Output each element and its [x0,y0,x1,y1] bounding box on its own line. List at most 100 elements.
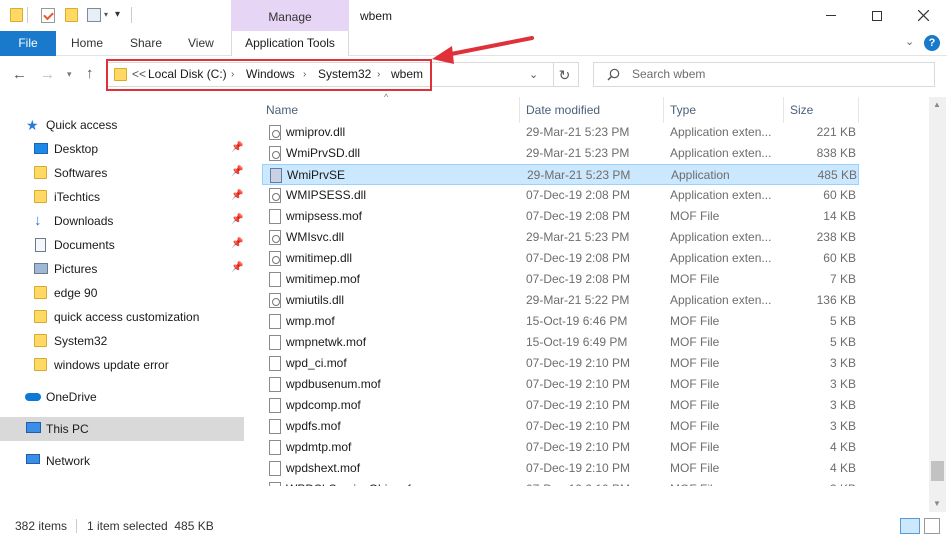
file-type: MOF File [670,398,720,412]
file-size: 238 KB [816,230,856,244]
file-size: 838 KB [816,146,856,160]
column-divider[interactable] [783,97,784,123]
help-icon[interactable]: ? [924,35,940,51]
file-name: WmiPrvSE [287,168,345,182]
file-icon [269,482,281,486]
close-button[interactable] [900,0,946,31]
file-name: WMIPSESS.dll [286,188,367,202]
file-row[interactable]: wmpnetwk.mof 15-Oct-19 6:49 PM MOF File 5 K… [262,332,859,353]
expand-ribbon-icon[interactable]: ⌄ [905,35,914,48]
file-size: 3 KB [829,356,856,370]
up-button[interactable]: ↑ [86,65,94,82]
dll-file-icon [269,293,281,308]
file-type: MOF File [670,356,720,370]
file-row[interactable]: wpdmtp.mof 07-Dec-19 2:10 PM MOF File 4 KB [262,437,859,458]
file-row[interactable]: wmp.mof 15-Oct-19 6:46 PM MOF File 5 KB [262,311,859,332]
chevron-down-icon: ⌄ [529,69,539,81]
divider [131,7,132,23]
file-row[interactable]: wpd_ci.mof 07-Dec-19 2:10 PM MOF File 3 KB [262,353,859,374]
minimize-button[interactable] [808,0,854,31]
file-row[interactable]: wmiprov.dll 29-Mar-21 5:23 PM Application … [262,122,859,143]
file-row[interactable]: wmipsess.mof 07-Dec-19 2:08 PM MOF File 14 … [262,206,859,227]
customize-toolbar-icon[interactable]: ▾ [115,9,120,20]
file-name: WmiPrvSD.dll [286,146,360,160]
file-tab[interactable]: File [0,31,56,56]
tab-application-tools[interactable]: Application Tools [231,31,349,56]
recent-locations-button[interactable]: ▾ [67,69,72,80]
file-name: wmiprov.dll [286,125,346,139]
view-icon[interactable] [87,8,101,22]
file-row[interactable]: WMIPSESS.dll 07-Dec-19 2:08 PM Application… [262,185,859,206]
file-date: 07-Dec-19 2:08 PM [526,188,631,202]
file-date: 07-Dec-19 2:10 PM [526,482,631,496]
file-row[interactable]: wpdcomp.mof 07-Dec-19 2:10 PM MOF File 3 KB [262,395,859,416]
scroll-down-icon[interactable]: ▼ [933,499,941,508]
back-arrow-icon: ← [12,66,27,83]
application-icon [270,168,282,183]
column-header-name[interactable]: Name [266,99,298,121]
file-row[interactable]: wpdfs.mof 07-Dec-19 2:10 PM MOF File 3 KB [262,416,859,437]
refresh-icon: ↻ [558,67,571,83]
details-view-button[interactable] [900,518,920,534]
file-date: 07-Dec-19 2:08 PM [526,272,631,286]
scroll-up-icon[interactable]: ▲ [933,100,941,109]
back-button[interactable]: ← [12,66,27,83]
annotation-highlight-box [106,59,432,91]
file-row[interactable]: WmiPrvSE 29-Mar-21 5:23 PM Application 485 … [262,164,859,185]
file-size: 3 KB [829,398,856,412]
file-date: 07-Dec-19 2:10 PM [526,356,631,370]
column-divider[interactable] [858,97,859,123]
file-row[interactable]: wpdshext.mof 07-Dec-19 2:10 PM MOF File 4 K… [262,458,859,479]
file-size: 7 KB [829,272,856,286]
file-name: wmiutils.dll [286,293,345,307]
item-count: 382 items [15,519,68,533]
file-row[interactable]: wmitimep.dll 07-Dec-19 2:08 PM Application… [262,248,859,269]
tab-home[interactable]: Home [71,31,103,56]
file-row[interactable]: wpdsp.mof 07-Dec-19 2:10 PM MOF File 3 KB [262,500,859,512]
file-type: MOF File [670,314,720,328]
file-date: 29-Mar-21 5:23 PM [526,146,630,160]
search-icon [607,68,620,81]
large-icons-view-button[interactable] [924,518,940,534]
file-name: wmpnetwk.mof [286,335,367,349]
column-header-type[interactable]: Type [670,99,696,121]
scrollbar-thumb[interactable] [931,461,944,481]
maximize-icon [872,10,882,21]
refresh-button[interactable]: ↻ [551,62,579,87]
file-row[interactable]: WMIsvc.dll 29-Mar-21 5:23 PM Application e… [262,227,859,248]
file-icon [269,209,281,224]
column-divider[interactable] [663,97,664,123]
file-row[interactable]: wmitimep.mof 07-Dec-19 2:08 PM MOF File 7 K… [262,269,859,290]
search-input[interactable]: Search wbem [632,63,705,86]
column-divider[interactable] [519,97,520,123]
file-name: wpdbusenum.mof [286,377,381,391]
selection-info: 1 item selected 485 KB [87,519,214,533]
search-box[interactable]: Search wbem [593,62,935,87]
maximize-button[interactable] [854,0,900,31]
file-row[interactable]: WmiPrvSD.dll 29-Mar-21 5:23 PM Application… [262,143,859,164]
file-date: 07-Dec-19 2:08 PM [526,251,631,265]
forward-button[interactable]: → [40,66,55,83]
manage-tab[interactable]: Manage [231,0,349,31]
close-icon [917,10,929,21]
file-row[interactable]: wmiutils.dll 29-Mar-21 5:22 PM Application… [262,290,859,311]
tab-view[interactable]: View [188,31,214,56]
properties-icon[interactable] [41,8,55,23]
file-row[interactable]: wpdbusenum.mof 07-Dec-19 2:10 PM MOF File 3… [262,374,859,395]
forward-arrow-icon: → [40,66,55,83]
dll-file-icon [269,146,281,161]
folder-icon [10,8,23,22]
column-header-date[interactable]: Date modified [526,99,600,121]
status-bar: 382 items 1 item selected 485 KB [0,514,947,538]
column-header-size[interactable]: Size [790,99,813,121]
new-folder-icon[interactable] [65,8,78,22]
vertical-scrollbar[interactable]: ▲ ▼ [929,97,946,512]
file-type: MOF File [670,209,720,223]
tab-share[interactable]: Share [130,31,162,56]
chevron-down-icon[interactable]: ▾ [104,10,108,19]
file-row[interactable]: WPDShServiceObj.mof 07-Dec-19 2:10 PM MOF … [262,479,859,496]
file-type: MOF File [670,461,720,475]
file-size: 60 KB [823,251,856,265]
window-title: wbem [360,9,393,23]
file-date: 07-Dec-19 2:08 PM [526,209,631,223]
